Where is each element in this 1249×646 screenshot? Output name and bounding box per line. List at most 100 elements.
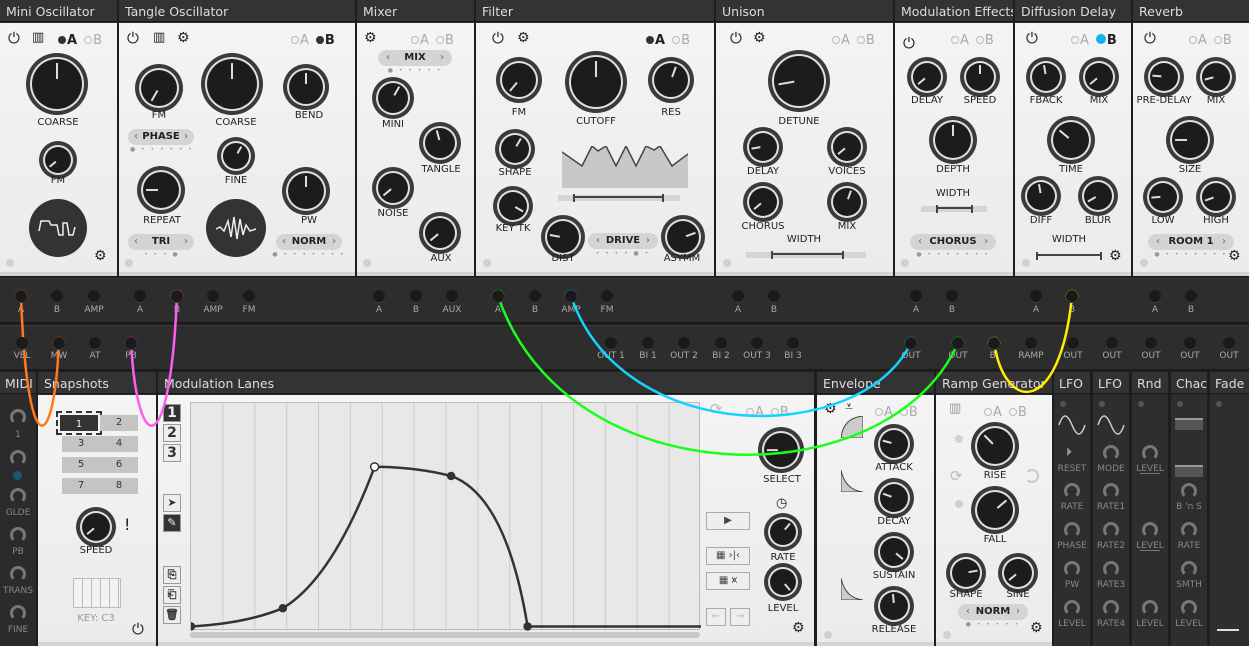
lane-editor[interactable] (190, 402, 701, 631)
undo-button[interactable]: ← (706, 608, 726, 626)
jack-mini-amp[interactable] (88, 290, 100, 302)
coarse-knob[interactable] (32, 59, 82, 109)
jack-mod-out[interactable] (1223, 337, 1235, 349)
power-icon[interactable]: ⏻ (492, 31, 504, 46)
knob[interactable] (1142, 445, 1158, 461)
aux-knob[interactable] (425, 218, 455, 248)
jack-filter-b[interactable] (529, 290, 541, 302)
stereo-width-slider[interactable] (558, 194, 680, 202)
fm-knob[interactable] (502, 63, 536, 97)
gear-icon[interactable]: ⚙ (792, 621, 805, 635)
power-icon[interactable]: ⏻ (903, 36, 915, 51)
feedback-knob[interactable] (1032, 63, 1060, 91)
play-button[interactable]: ▶ (706, 512, 750, 530)
knob[interactable] (1064, 600, 1080, 616)
gear-icon[interactable]: ⚙ (824, 402, 837, 416)
loop-icon[interactable]: ⟳ (950, 469, 963, 484)
ab-selector[interactable]: AB (826, 33, 876, 48)
pitchbend-knob[interactable] (10, 527, 26, 543)
copy-button[interactable]: ⎘ (163, 566, 181, 584)
keyboard-icon[interactable]: ▥ (153, 31, 165, 44)
time-knob[interactable] (1053, 122, 1089, 158)
jack-unison-b[interactable] (768, 290, 780, 302)
sync-icon[interactable]: ⟳ (710, 402, 723, 417)
gear-icon[interactable]: ⚙ (364, 31, 377, 45)
fall-knob[interactable] (977, 492, 1013, 528)
fine-knob[interactable] (223, 143, 249, 169)
pw-knob[interactable] (288, 173, 324, 209)
jack-tangle-amp[interactable] (207, 290, 219, 302)
key-track-knob[interactable] (499, 192, 527, 220)
ab-selector[interactable]: AB (740, 405, 790, 420)
knob[interactable] (1064, 561, 1080, 577)
jack-mixer-aux[interactable] (446, 290, 458, 302)
snapshot-button-2[interactable]: 2 (100, 415, 138, 431)
depth-knob[interactable] (935, 122, 971, 158)
knob[interactable] (1142, 522, 1158, 538)
snapshot-button-8[interactable]: 8 (100, 478, 138, 494)
lane-button-2[interactable]: 2 (163, 424, 181, 442)
snapshot-button-4[interactable]: 4 (100, 436, 138, 452)
jack-lanes-out2[interactable] (678, 337, 690, 349)
glide-knob[interactable] (10, 488, 26, 504)
jack-lanes-bi1[interactable] (642, 337, 654, 349)
power-icon[interactable]: ⏻ (132, 622, 144, 637)
lane-scrollbar[interactable] (190, 632, 700, 638)
shape-knob[interactable] (952, 559, 980, 587)
jack-unison-a[interactable] (732, 290, 744, 302)
wave-selector[interactable]: ‹ TRI › (128, 234, 194, 250)
power-icon[interactable]: ⏻ (8, 31, 20, 46)
gear-icon[interactable]: ⚙ (94, 249, 107, 263)
level-knob[interactable] (770, 569, 796, 595)
knob[interactable] (1103, 600, 1119, 616)
ab-selector[interactable]: AB (285, 33, 336, 48)
coarse-knob[interactable] (207, 59, 257, 109)
jack-ramp-bi[interactable] (988, 337, 1000, 349)
mix-knob[interactable] (1085, 63, 1113, 91)
jack-mod-out[interactable] (1184, 337, 1196, 349)
midi-knob[interactable] (10, 409, 26, 425)
knob[interactable] (1103, 561, 1119, 577)
delete-button[interactable]: 🗑 (163, 606, 181, 624)
waveform-display[interactable] (206, 199, 266, 257)
noise-knob[interactable] (378, 173, 408, 203)
jack-mini-a[interactable] (15, 290, 27, 302)
width-slider[interactable] (921, 205, 987, 213)
knob[interactable] (1181, 522, 1197, 538)
jack-tangle-a[interactable] (134, 290, 146, 302)
room-selector[interactable]: ‹ ROOM 1 › (1148, 234, 1234, 250)
delay-knob[interactable] (913, 63, 941, 91)
knob[interactable] (1064, 522, 1080, 538)
dist-knob[interactable] (547, 221, 579, 253)
lane-button-3[interactable]: 3 (163, 444, 181, 462)
snapshot-button-5[interactable]: 5 (62, 457, 100, 473)
mix-selector[interactable]: ‹ MIX › (378, 50, 452, 66)
jack-tangle-fm[interactable] (243, 290, 255, 302)
jack-filter-amp[interactable] (565, 290, 577, 302)
asymm-knob[interactable] (667, 221, 699, 253)
jack-modfx-a[interactable] (910, 290, 922, 302)
bend-knob[interactable] (289, 70, 323, 104)
keyboard-icon[interactable] (73, 578, 121, 608)
repeat-knob[interactable] (143, 172, 179, 208)
knob[interactable] (1142, 600, 1158, 616)
knob[interactable] (1103, 522, 1119, 538)
speed-knob[interactable] (966, 63, 994, 91)
jack-tangle-b[interactable] (171, 290, 183, 302)
select-tool-button[interactable]: ➤ (163, 494, 181, 512)
jack-reverb-a[interactable] (1149, 290, 1161, 302)
fade-level-bar[interactable] (1217, 629, 1239, 631)
jack-ramp-out[interactable] (952, 337, 964, 349)
keyboard-icon[interactable]: ▥ (32, 31, 44, 44)
waveform-display[interactable] (29, 199, 87, 257)
jack-midi-mw[interactable] (53, 337, 65, 349)
knob[interactable] (1103, 483, 1119, 499)
jack-mixer-b[interactable] (410, 290, 422, 302)
diff-knob[interactable] (1027, 182, 1055, 210)
jack-lanes-bi2[interactable] (715, 337, 727, 349)
select-knob[interactable] (764, 433, 798, 467)
effect-selector[interactable]: ‹ CHORUS › (910, 234, 996, 250)
jack-filter-a[interactable] (492, 290, 504, 302)
pw-mode-selector[interactable]: ‹ NORM › (276, 234, 342, 250)
keyboard-icon[interactable]: ▥ (949, 402, 961, 415)
